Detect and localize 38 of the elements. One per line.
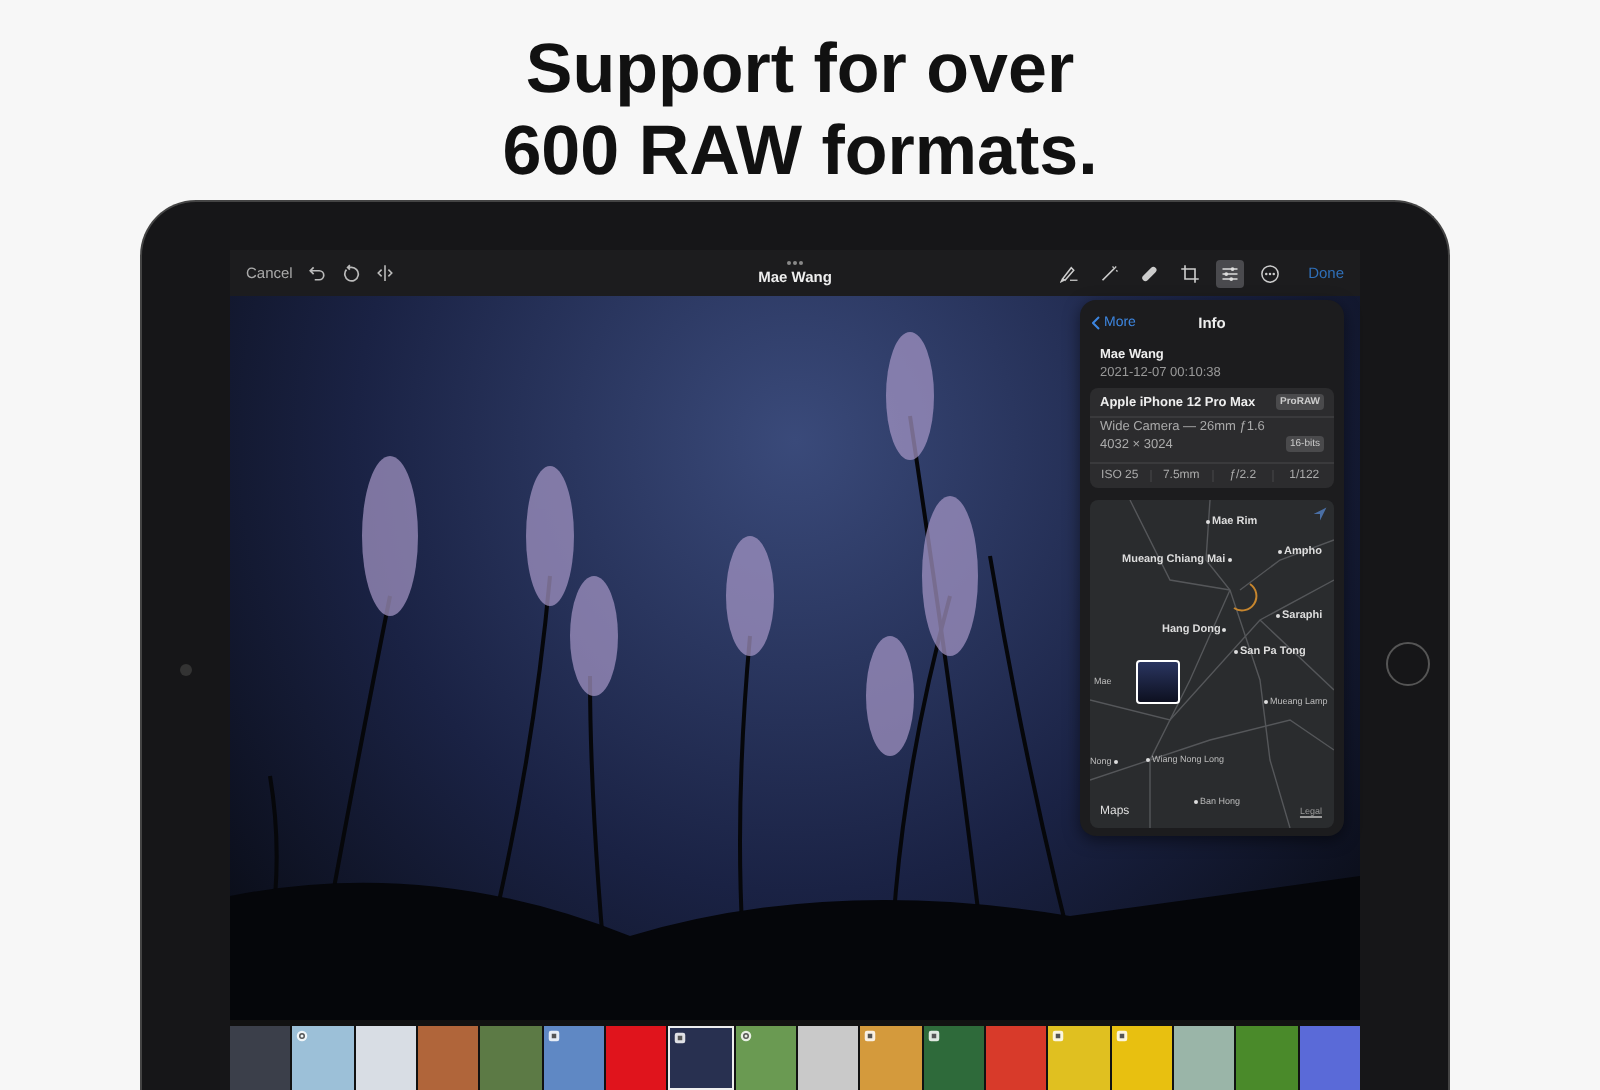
raw-icon [674, 1032, 687, 1044]
photo-thumbnail[interactable] [1173, 1026, 1235, 1090]
live-icon [739, 1030, 752, 1042]
revert-icon[interactable] [342, 264, 361, 282]
photo-thumbnail[interactable] [1048, 1026, 1110, 1090]
raw-icon [1052, 1030, 1065, 1042]
photo-thumbnail[interactable] [985, 1026, 1047, 1090]
photo-thumbnail[interactable] [292, 1026, 354, 1090]
raw-icon [927, 1030, 940, 1042]
headline: Support for over 600 RAW formats. [502, 28, 1098, 192]
live-icon [296, 1030, 309, 1042]
photo-thumbnail[interactable] [355, 1026, 416, 1090]
location-icon[interactable] [1312, 506, 1328, 522]
photo-thumbnail[interactable] [605, 1026, 667, 1090]
photo-thumbnail[interactable] [668, 1026, 734, 1090]
chevron-icon [1092, 315, 1100, 329]
photo-thumbnail[interactable] [1299, 1026, 1360, 1090]
sliders-icon[interactable] [1216, 259, 1245, 287]
photo-thumbnail[interactable] [923, 1026, 984, 1090]
compare-icon[interactable] [376, 264, 395, 282]
photo-thumbnail[interactable] [230, 1026, 291, 1090]
camera-icon [180, 664, 192, 676]
more-icon[interactable] [1256, 259, 1285, 287]
raw-icon [547, 1030, 560, 1042]
photo-thumbnail[interactable] [797, 1026, 859, 1090]
photo-thumbnail[interactable] [480, 1026, 542, 1090]
raw-icon [864, 1030, 877, 1042]
photo-thumbnail[interactable] [735, 1026, 796, 1090]
photo-thumbnail[interactable] [1236, 1026, 1298, 1090]
dots-icon [786, 260, 804, 266]
photo-thumbnail[interactable] [543, 1026, 604, 1090]
photo-thumbnail[interactable] [1111, 1026, 1172, 1090]
photo-thumbnail[interactable] [860, 1026, 922, 1090]
home-button[interactable] [1386, 642, 1430, 686]
photo-thumbnail[interactable] [417, 1026, 479, 1090]
raw-icon [1115, 1030, 1128, 1042]
undo-icon[interactable] [308, 264, 327, 282]
crop-icon[interactable] [1176, 259, 1205, 287]
